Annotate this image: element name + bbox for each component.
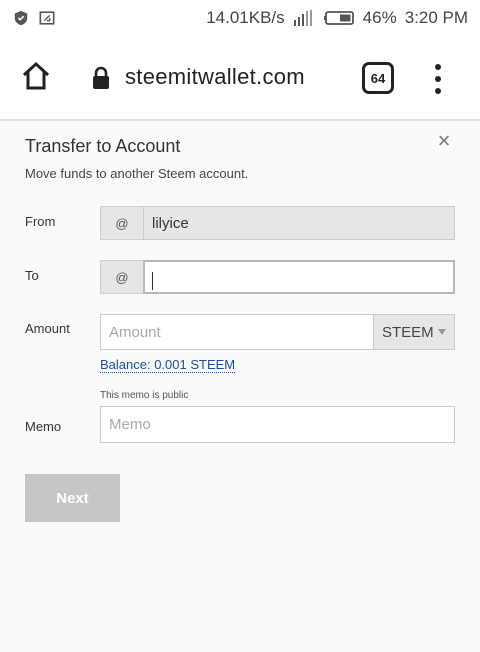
status-left [12,10,56,26]
text-caret [152,272,153,290]
cast-icon [39,11,55,25]
amount-field[interactable] [100,314,374,350]
close-icon[interactable]: × [434,130,454,152]
battery-icon [323,11,354,25]
to-at-prefix: @ [100,260,143,294]
overflow-menu-icon[interactable] [430,64,446,94]
signal-icon [293,10,312,26]
status-bar: 14.01KB/s 46% 3:20 PM [0,0,480,36]
status-right: 14.01KB/s 46% 3:20 PM [206,8,468,28]
asset-select[interactable]: STEEM [374,314,455,350]
menu-dot [435,76,441,82]
network-speed: 14.01KB/s [206,8,285,27]
to-label: To [25,268,39,283]
memo-label: Memo [25,419,62,434]
chevron-down-icon [438,329,446,335]
dialog-title: Transfer to Account [25,136,181,156]
browser-toolbar: steemitwallet.com 64 [0,36,480,121]
tabs-button[interactable]: 64 [362,62,394,94]
url-bar[interactable]: steemitwallet.com [125,64,305,90]
dialog-subtitle: Move funds to another Steem account. [25,166,249,181]
lock-icon [93,66,109,89]
clock: 3:20 PM [404,8,468,27]
transfer-dialog: Transfer to Account × Move funds to anot… [0,122,480,652]
menu-dot [435,88,441,94]
from-at-prefix: @ [100,206,143,240]
to-field[interactable] [143,260,455,294]
menu-dot [435,64,441,70]
home-icon[interactable] [20,60,52,92]
next-button[interactable]: Next [25,474,120,522]
amount-label: Amount [25,321,70,336]
memo-field[interactable] [100,406,455,443]
from-field[interactable] [143,206,455,240]
tab-count: 64 [370,70,386,86]
memo-public-note: This memo is public [100,390,189,401]
asset-value: STEEM [382,323,434,341]
battery-percent: 46% [362,8,397,27]
from-label: From [25,214,56,229]
balance-link[interactable]: Balance: 0.001 STEEM [100,357,236,373]
shield-icon [14,10,28,26]
